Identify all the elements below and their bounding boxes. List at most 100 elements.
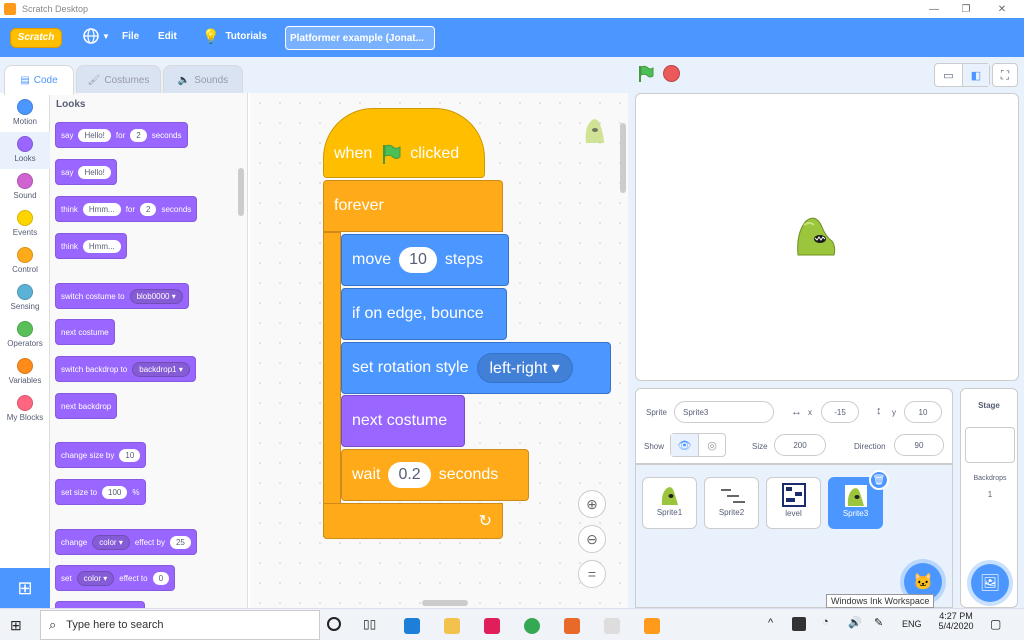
- volume-icon[interactable]: 🔊: [848, 616, 862, 629]
- move-steps-block[interactable]: move 10 steps: [341, 234, 509, 286]
- show-button[interactable]: 👁: [671, 434, 698, 456]
- message-input[interactable]: Hmm...: [82, 239, 121, 253]
- sprite-name-input[interactable]: Sprite3: [674, 401, 774, 423]
- stage-panel[interactable]: Stage Backdrops 1 🖼: [960, 388, 1018, 608]
- chrome-icon[interactable]: [524, 618, 540, 634]
- tutorials-menu[interactable]: 💡 Tutorials: [202, 28, 267, 45]
- next-backdrop-block[interactable]: next backdrop: [55, 393, 118, 419]
- small-stage-button[interactable]: ▭: [935, 64, 962, 86]
- close-button[interactable]: ✕: [984, 0, 1020, 18]
- category-sound[interactable]: Sound: [0, 169, 50, 206]
- direction-input[interactable]: 90: [894, 434, 944, 456]
- message-input[interactable]: Hello!: [78, 128, 111, 142]
- project-title-input[interactable]: Platformer example (Jonat...: [285, 26, 435, 50]
- language-menu[interactable]: ▼: [82, 27, 110, 45]
- workspace-scrollbar[interactable]: [620, 123, 626, 193]
- large-stage-button[interactable]: ◧: [961, 64, 989, 86]
- delete-sprite-button[interactable]: 🗑: [869, 470, 889, 490]
- category-variables[interactable]: Variables: [0, 354, 50, 391]
- zoom-reset-button[interactable]: =: [578, 560, 606, 588]
- sprite-blob[interactable]: [792, 211, 840, 259]
- language-indicator[interactable]: ENG: [902, 619, 922, 629]
- tab-costumes[interactable]: 🖌 Costumes: [76, 65, 161, 95]
- backdrop-dropdown[interactable]: backdrop1 ▾: [132, 361, 190, 377]
- set-size-block[interactable]: set size to 100%: [55, 479, 146, 505]
- add-extension-button[interactable]: ⊞: [0, 568, 50, 608]
- tab-sounds[interactable]: 🔈 Sounds: [163, 65, 243, 95]
- category-motion[interactable]: Motion: [0, 95, 50, 132]
- change-size-block[interactable]: change size by 10: [55, 442, 147, 468]
- effect-input[interactable]: 25: [169, 535, 191, 549]
- wifi-icon[interactable]: ◔: [822, 616, 829, 628]
- rotation-style-block[interactable]: set rotation style left-right ▾: [341, 342, 611, 394]
- size-input[interactable]: 100: [102, 485, 128, 499]
- script-workspace[interactable]: when clicked forever move 10 steps if on e…: [250, 93, 628, 608]
- seconds-input[interactable]: 2: [130, 128, 147, 142]
- edit-menu[interactable]: Edit: [158, 31, 177, 42]
- effect-dropdown[interactable]: color ▾: [92, 534, 130, 550]
- vlc-icon[interactable]: [564, 618, 580, 634]
- file-menu[interactable]: File: [122, 31, 139, 42]
- wait-input[interactable]: 0.2: [388, 462, 431, 488]
- zoom-out-button[interactable]: ⊖: [578, 525, 606, 553]
- say-for-block[interactable]: say Hello! for 2 seconds: [55, 122, 188, 148]
- scratch-logo[interactable]: Scratch: [10, 27, 62, 48]
- x-input[interactable]: -15: [821, 401, 859, 423]
- sprite-thumb-level[interactable]: level: [766, 477, 821, 529]
- effect-dropdown[interactable]: color ▾: [76, 570, 115, 586]
- fullscreen-button[interactable]: ⛶: [992, 63, 1018, 87]
- message-input[interactable]: Hello!: [78, 165, 111, 179]
- steps-input[interactable]: 10: [399, 247, 437, 273]
- category-my-blocks[interactable]: My Blocks: [0, 391, 50, 428]
- size-input[interactable]: 200: [774, 434, 826, 456]
- cortana-icon[interactable]: [327, 617, 341, 631]
- add-backdrop-button[interactable]: 🖼: [971, 564, 1009, 602]
- minimize-button[interactable]: —: [916, 0, 952, 18]
- think-block[interactable]: think Hmm...: [55, 233, 127, 259]
- seconds-input[interactable]: 2: [140, 202, 157, 216]
- workspace-horizontal-scrollbar[interactable]: [422, 600, 468, 606]
- forever-block[interactable]: forever: [323, 180, 503, 232]
- when-flag-clicked-block[interactable]: when clicked: [323, 108, 485, 178]
- green-flag-button[interactable]: [637, 65, 655, 85]
- costume-dropdown[interactable]: blob0000 ▾: [129, 288, 183, 304]
- say-block[interactable]: say Hello!: [55, 159, 117, 185]
- zoom-in-button[interactable]: ⊕: [578, 490, 606, 518]
- next-costume-script-block[interactable]: next costume: [341, 395, 465, 447]
- next-costume-block[interactable]: next costume: [55, 319, 115, 345]
- taskbar-search[interactable]: ⌕ Type here to search: [40, 610, 320, 640]
- category-control[interactable]: Control: [0, 243, 50, 280]
- task-view-icon[interactable]: ▯▯: [363, 617, 376, 631]
- backdrop-thumbnail[interactable]: [965, 427, 1015, 463]
- slack-icon[interactable]: [484, 618, 500, 634]
- sprite-thumb-sprite1[interactable]: Sprite1: [642, 477, 697, 529]
- windows-start-icon[interactable]: ⊞: [10, 617, 22, 634]
- set-effect-block[interactable]: set color ▾ effect to 0: [55, 565, 176, 591]
- effect-input[interactable]: 0: [152, 571, 170, 585]
- category-operators[interactable]: Operators: [0, 317, 50, 354]
- switch-costume-block[interactable]: switch costume to blob0000 ▾: [55, 283, 189, 309]
- itunes-icon[interactable]: [604, 618, 620, 634]
- edge-icon[interactable]: [404, 618, 420, 634]
- change-effect-block[interactable]: change color ▾ effect by 25: [55, 529, 197, 555]
- message-input[interactable]: Hmm...: [82, 202, 121, 216]
- category-sensing[interactable]: Sensing: [0, 280, 50, 317]
- palette-scrollbar[interactable]: [238, 168, 244, 216]
- y-input[interactable]: 10: [904, 401, 942, 423]
- think-for-block[interactable]: think Hmm... for 2 seconds: [55, 196, 198, 222]
- notifications-icon[interactable]: ▢: [990, 617, 1001, 631]
- partial-block[interactable]: [55, 601, 145, 608]
- bounce-block[interactable]: if on edge, bounce: [341, 288, 507, 340]
- category-events[interactable]: Events: [0, 206, 50, 243]
- hide-button[interactable]: ◎: [697, 434, 725, 456]
- app-tray-icon[interactable]: [792, 617, 806, 631]
- stage-canvas[interactable]: [635, 93, 1019, 381]
- pen-icon[interactable]: ✎: [874, 616, 883, 629]
- maximize-button[interactable]: ❐: [948, 0, 984, 18]
- size-input[interactable]: 10: [119, 448, 141, 462]
- clock[interactable]: 4:27 PM 5/4/2020: [932, 611, 980, 631]
- tab-code[interactable]: ▤ Code: [4, 65, 74, 95]
- wait-block[interactable]: wait 0.2 seconds: [341, 449, 529, 501]
- switch-backdrop-block[interactable]: switch backdrop to backdrop1 ▾: [55, 356, 196, 382]
- category-looks[interactable]: Looks: [0, 132, 50, 169]
